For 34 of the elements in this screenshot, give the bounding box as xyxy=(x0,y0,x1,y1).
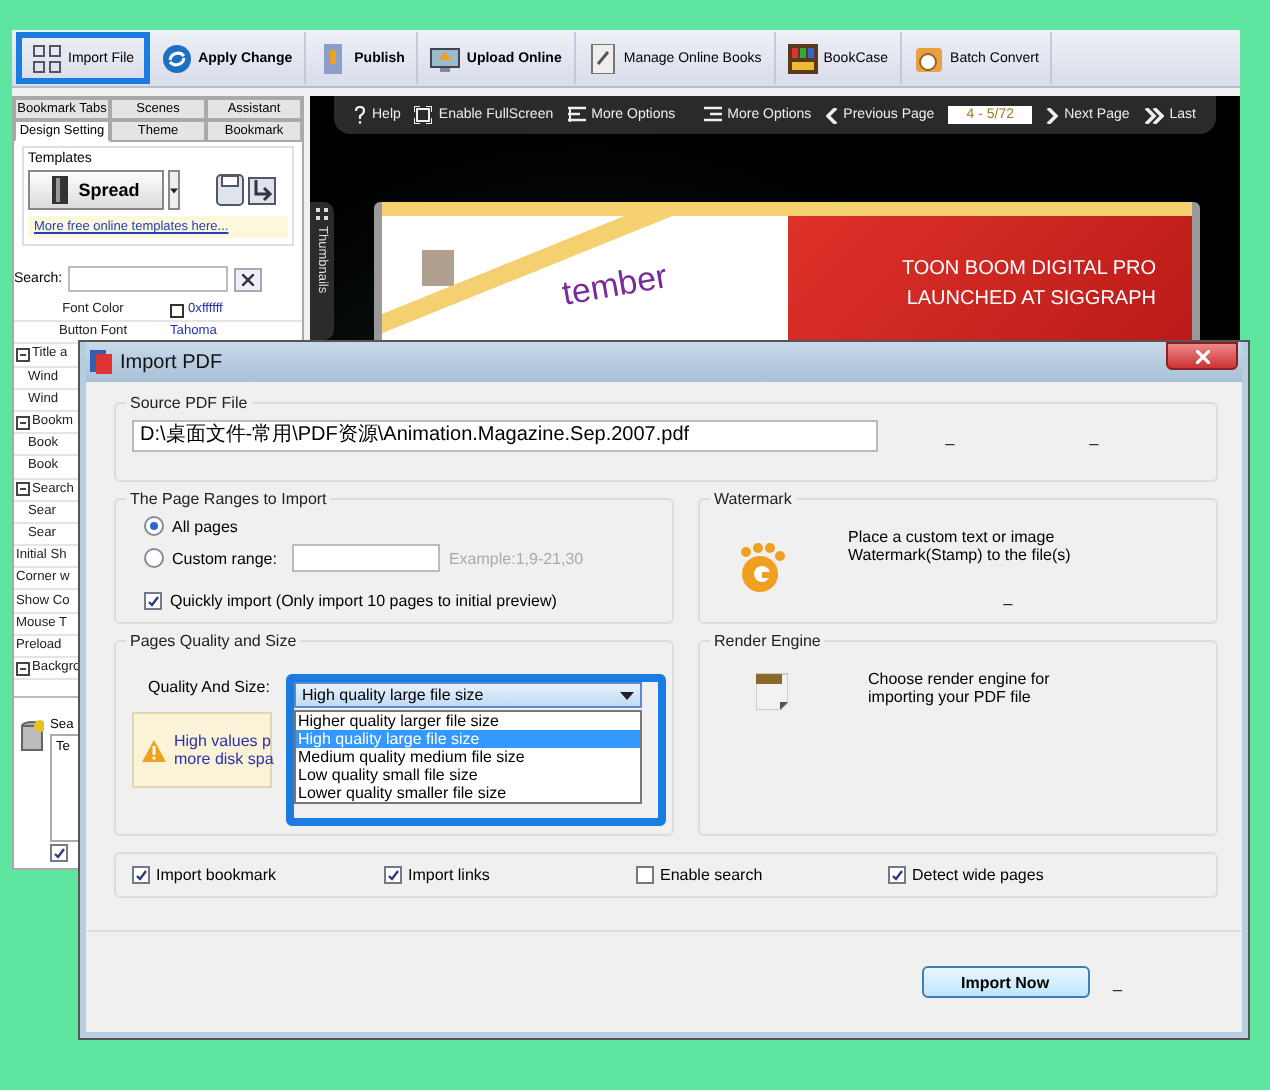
page-title: tember xyxy=(559,257,671,315)
underscore-mark: _ xyxy=(1113,973,1122,991)
field-label: Quality And Size: xyxy=(148,678,270,696)
underscore-mark: _ xyxy=(943,427,957,445)
checkbox-label: Enable search xyxy=(660,866,763,884)
watermark-description: Place a custom text or image Watermark(Stamp) to the file(s) xyxy=(848,528,1073,564)
file-path-field[interactable]: D:\桌面文件-常用\PDF资源\Animation.Magazine.Sep.2007.pdf xyxy=(132,420,878,452)
checkbox-label: Import links xyxy=(408,866,490,884)
underscore-mark: _ xyxy=(1001,588,1015,606)
group-title: The Page Ranges to Import xyxy=(126,490,331,508)
dropdown-option[interactable]: Lower quality smaller file size xyxy=(296,784,640,802)
headline: LAUNCHED AT SIGGRAPH xyxy=(904,286,1156,314)
render-description: Choose render engine for importing your PDF file xyxy=(868,670,1052,710)
warning-text: more disk spa xyxy=(174,750,274,768)
underscore-mark: _ xyxy=(1087,427,1101,445)
import-now-button[interactable]: Import Now xyxy=(921,966,1090,998)
radio-label: All pages xyxy=(172,517,238,535)
checkbox-label: Import bookmark xyxy=(156,866,277,884)
dropdown-option[interactable]: Higher quality larger file size xyxy=(296,712,640,730)
warning-text: High values p xyxy=(174,732,273,750)
example-hint: Example:1,9-21,30 xyxy=(448,549,584,567)
group-title: Source PDF File xyxy=(126,394,252,412)
group-title: Render Engine xyxy=(710,632,825,650)
quality-dropdown[interactable]: High quality large file size xyxy=(294,682,642,708)
radio-label: Custom range: xyxy=(172,549,277,567)
dropdown-option[interactable]: Low quality small file size xyxy=(296,766,640,784)
group-title: Pages Quality and Size xyxy=(126,632,301,650)
group-title: Watermark xyxy=(710,490,796,508)
headline: TOON BOOM DIGITAL PRO xyxy=(901,256,1156,284)
checkbox-label: Quickly import (Only import 10 pages to initial preview) xyxy=(170,592,557,610)
template-button[interactable]: Spread xyxy=(28,170,164,210)
checkbox-label: Detect wide pages xyxy=(912,866,1044,884)
dropdown-option[interactable]: Medium quality medium file size xyxy=(296,748,640,766)
dialog-title: Import PDF xyxy=(120,351,225,373)
